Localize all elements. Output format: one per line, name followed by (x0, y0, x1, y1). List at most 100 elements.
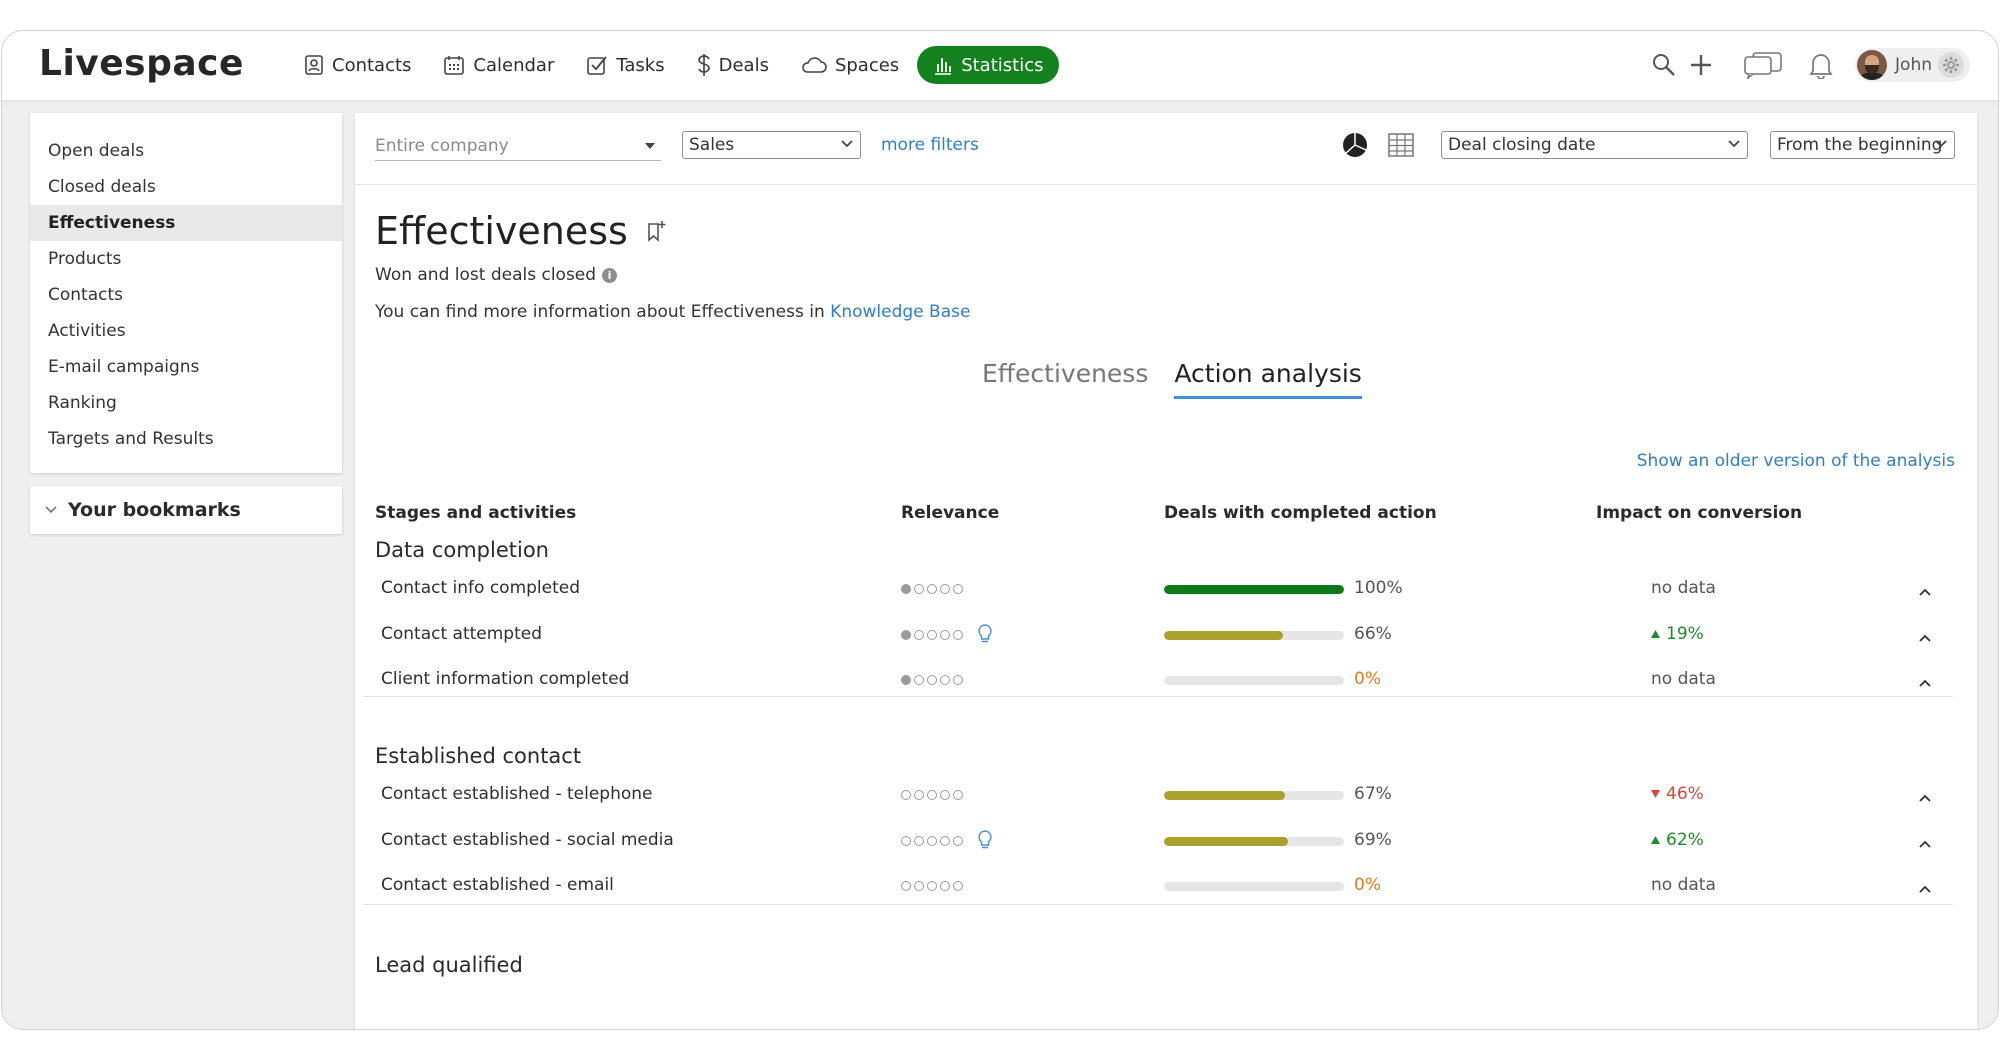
header-relevance: Relevance (901, 503, 1000, 523)
bell-icon[interactable] (1809, 51, 1833, 79)
nav-deals[interactable]: Deals (683, 46, 783, 84)
older-version-link[interactable]: Show an older version of the analysis (1637, 451, 1955, 471)
date-field-select[interactable]: Deal closing date (1441, 131, 1748, 159)
activity-name: Contact established - social media (381, 829, 674, 850)
table-view-icon[interactable] (1388, 133, 1414, 161)
completion-bar (1164, 585, 1344, 594)
table-row[interactable]: Contact attempted 66% 19% (355, 614, 1977, 658)
nav-deals-label: Deals (718, 54, 769, 76)
table-row[interactable]: Contact established - telephone 67% 46% (355, 774, 1977, 818)
chevron-up-icon[interactable] (1918, 673, 1932, 692)
statistics-sidebar: Open deals Closed deals Effectiveness Pr… (30, 113, 342, 473)
activity-name: Client information completed (381, 669, 630, 689)
page-subtitle-wrap: Won and lost deals closed i (375, 265, 618, 285)
gear-icon[interactable] (1938, 52, 1964, 78)
sidebar-item-closed-deals[interactable]: Closed deals (30, 169, 342, 205)
impact-value-wrap: no data (1651, 578, 1716, 598)
relevance-dot (953, 881, 963, 891)
impact-value-wrap: no data (1651, 875, 1716, 895)
activity-name: Contact established - telephone (381, 784, 653, 804)
chevron-up-icon[interactable] (1918, 879, 1932, 898)
relevance-dot (901, 675, 911, 685)
pipeline-select[interactable]: Sales (682, 131, 861, 159)
filter-bar: Entire company Sales more filters Deal c… (355, 113, 1977, 185)
sidebar-item-ranking[interactable]: Ranking (30, 385, 342, 421)
completion-percent: 100% (1354, 578, 1403, 598)
relevance-dot (953, 584, 963, 594)
completion-bar (1164, 836, 1344, 846)
bookmark-add-icon[interactable] (646, 220, 666, 242)
kb-prefix: You can find more information about Effe… (375, 302, 831, 322)
relevance-dot (927, 835, 937, 846)
relevance-dot (901, 835, 911, 846)
lightbulb-icon[interactable] (978, 623, 992, 648)
relevance-dot (914, 629, 924, 640)
chevron-up-icon[interactable] (1918, 788, 1932, 807)
nav-spaces[interactable]: Spaces (787, 46, 913, 84)
pipeline-select-value: Sales (689, 135, 735, 155)
header-impact: Impact on conversion (1596, 503, 1803, 523)
sidebar-item-email-campaigns[interactable]: E-mail campaigns (30, 349, 342, 385)
nav-tasks[interactable]: Tasks (572, 46, 678, 84)
completion-bar (1164, 791, 1344, 800)
tab-action-analysis[interactable]: Action analysis (1174, 359, 1362, 399)
relevance-dot (940, 835, 950, 846)
header-deals: Deals with completed action (1164, 503, 1437, 523)
relevance-dot (901, 790, 911, 800)
app-logo[interactable]: Livespace (39, 43, 244, 84)
lightbulb-icon[interactable] (978, 829, 992, 854)
nav-contacts[interactable]: Contacts (290, 46, 425, 84)
chevron-up-icon[interactable] (1918, 834, 1932, 853)
user-menu[interactable]: John (1855, 48, 1970, 82)
activity-name: Contact established - email (381, 875, 614, 895)
table-row[interactable]: Contact established - social media 69% 62% (355, 820, 1977, 864)
completion-bar-fill (1164, 630, 1283, 640)
chevron-down-icon (1935, 140, 1947, 148)
sidebar-item-effectiveness[interactable]: Effectiveness (30, 205, 342, 241)
avatar (1857, 50, 1888, 80)
nav-calendar[interactable]: Calendar (429, 46, 568, 84)
impact-value: 19% (1666, 623, 1704, 644)
period-select-value: From the beginning (1777, 135, 1943, 155)
top-bar: Livespace Contacts Calendar Tasks Deals … (2, 31, 1998, 101)
nav-statistics[interactable]: Statistics (917, 46, 1060, 84)
knowledge-base-link[interactable]: Knowledge Base (830, 302, 970, 322)
add-icon[interactable] (1689, 53, 1713, 77)
more-filters-link[interactable]: more filters (881, 135, 979, 155)
pie-chart-icon[interactable] (1342, 132, 1368, 162)
contacts-icon (305, 55, 323, 75)
table-row[interactable]: Contact info completed 100% no data (355, 568, 1977, 612)
relevance-indicator (901, 835, 966, 846)
page-subtitle: Won and lost deals closed (375, 265, 597, 285)
period-select[interactable]: From the beginning (1770, 131, 1955, 159)
chevron-up-icon[interactable] (1918, 582, 1932, 601)
sidebar-item-contacts[interactable]: Contacts (30, 277, 342, 313)
group-title: Established contact (375, 744, 582, 768)
impact-value: 62% (1666, 829, 1704, 850)
relevance-dot (914, 584, 924, 594)
relevance-dot (901, 584, 911, 594)
relevance-dot (901, 881, 911, 891)
nav-contacts-label: Contacts (332, 54, 412, 76)
completion-percent: 0% (1354, 669, 1381, 689)
search-icon[interactable] (1651, 52, 1677, 78)
completion-percent: 66% (1354, 623, 1392, 644)
sidebar-item-open-deals[interactable]: Open deals (30, 133, 342, 169)
chat-icon[interactable] (1743, 51, 1783, 79)
sidebar-item-activities[interactable]: Activities (30, 313, 342, 349)
bookmarks-toggle[interactable]: Your bookmarks (30, 486, 342, 534)
tab-effectiveness[interactable]: Effectiveness (982, 359, 1148, 399)
scope-select[interactable]: Entire company (375, 131, 661, 161)
relevance-indicator (901, 881, 966, 891)
cloud-icon (802, 57, 827, 73)
table-row[interactable]: Contact established - email 0% no data (355, 865, 1977, 909)
analysis-tabs: Effectiveness Action analysis (982, 359, 1388, 399)
chevron-up-icon[interactable] (1918, 628, 1932, 647)
sidebar-item-targets[interactable]: Targets and Results (30, 421, 342, 457)
impact-value: no data (1651, 578, 1716, 598)
date-field-select-value: Deal closing date (1448, 135, 1596, 155)
relevance-dot (914, 675, 924, 685)
info-icon[interactable]: i (602, 267, 618, 283)
completion-percent: 69% (1354, 829, 1392, 850)
sidebar-item-products[interactable]: Products (30, 241, 342, 277)
